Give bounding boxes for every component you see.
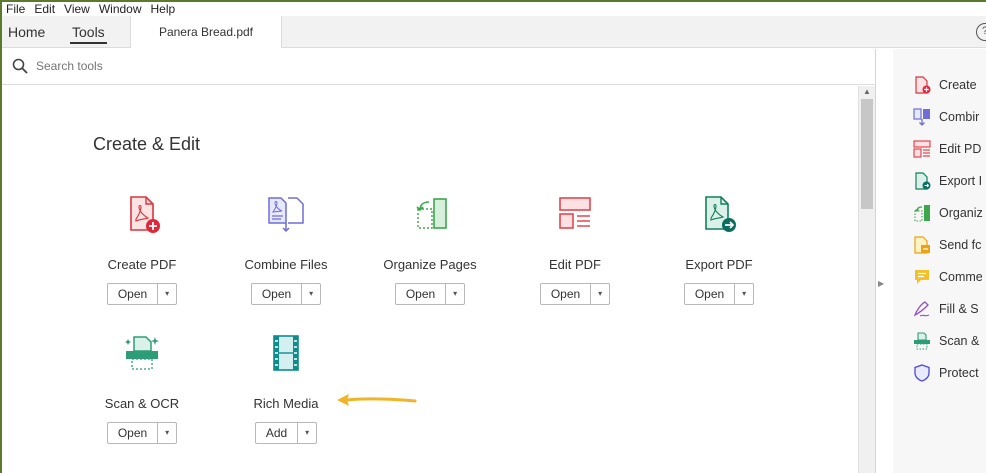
dropdown-arrow[interactable]: ▾ xyxy=(735,284,753,304)
scrollbar[interactable]: ▲ xyxy=(858,86,875,473)
rp-item-protect[interactable]: Protect xyxy=(913,362,979,384)
tool-organize-pages: Organize Pages Open ▾ xyxy=(375,194,485,305)
rp-item-combine[interactable]: Combir xyxy=(913,106,979,128)
expand-panel-arrow-icon[interactable]: ▶ xyxy=(878,279,884,288)
tool-rich-media: Rich Media Add ▾ xyxy=(231,333,341,444)
rp-item-send[interactable]: Send fc xyxy=(913,234,981,256)
edit-pdf-icon[interactable] xyxy=(555,194,595,234)
tool-label: Export PDF xyxy=(685,257,753,272)
tool-label: Create PDF xyxy=(107,257,177,272)
open-button: Open ▾ xyxy=(539,283,611,305)
right-tools-pane: Create Combir Edit PD Export I Organiz S… xyxy=(893,49,986,473)
rp-item-label: Fill & S xyxy=(939,302,979,316)
panel-divider xyxy=(875,49,876,473)
tool-label: Organize Pages xyxy=(383,257,477,272)
menu-help[interactable]: Help xyxy=(147,2,181,16)
rp-item-label: Comme xyxy=(939,270,983,284)
tools-panel: Create & Edit Create PDF Open ▾ Combine … xyxy=(2,86,859,473)
send-for-review-icon xyxy=(914,236,930,254)
combine-files-icon[interactable] xyxy=(266,194,306,234)
tool-combine-files: Combine Files Open ▾ xyxy=(231,194,341,305)
open-button: Open ▾ xyxy=(250,283,322,305)
dropdown-arrow[interactable]: ▾ xyxy=(298,423,316,443)
open-button: Open ▾ xyxy=(683,283,755,305)
rp-item-organize[interactable]: Organiz xyxy=(913,202,983,224)
menu-edit[interactable]: Edit xyxy=(30,2,60,16)
rp-item-fill-sign[interactable]: Fill & S xyxy=(913,298,979,320)
open-button-main[interactable]: Open xyxy=(108,423,159,443)
scan-ocr-icon[interactable] xyxy=(122,333,162,373)
tab-home[interactable]: Home xyxy=(8,16,45,48)
open-button: Open ▾ xyxy=(106,283,178,305)
rp-item-label: Edit PD xyxy=(939,142,982,156)
rp-item-edit[interactable]: Edit PD xyxy=(913,138,981,160)
rp-item-label: Send fc xyxy=(939,238,982,252)
dropdown-arrow[interactable]: ▾ xyxy=(158,423,176,443)
tool-create-pdf: Create PDF Open ▾ xyxy=(87,194,197,305)
rp-item-label: Organiz xyxy=(939,206,983,220)
scan-ocr-icon xyxy=(914,332,930,350)
open-button-main[interactable]: Open xyxy=(396,284,447,304)
organize-pages-icon xyxy=(914,205,930,222)
open-button: Open ▾ xyxy=(394,283,466,305)
tool-label: Edit PDF xyxy=(548,257,601,272)
add-button: Add ▾ xyxy=(254,422,318,444)
rich-media-icon[interactable] xyxy=(266,333,306,373)
tool-scan-ocr: Scan & OCR Open ▾ xyxy=(87,333,197,444)
section-title: Create & Edit xyxy=(93,134,201,154)
create-pdf-icon xyxy=(915,76,931,94)
comment-icon xyxy=(915,270,929,284)
dropdown-arrow[interactable]: ▾ xyxy=(446,284,464,304)
menu-bar: File Edit View Window Help xyxy=(2,2,986,16)
open-button-main[interactable]: Open xyxy=(252,284,303,304)
tool-edit-pdf: Edit PDF Open ▾ xyxy=(520,194,630,305)
rp-item-label: Create xyxy=(939,78,977,92)
rp-item-comment[interactable]: Comme xyxy=(913,266,983,288)
tab-bar: Home Tools Panera Bread.pdf ? xyxy=(2,16,986,48)
rp-item-create[interactable]: Create xyxy=(913,74,977,96)
export-pdf-icon xyxy=(915,172,931,190)
rp-item-label: Protect xyxy=(939,366,979,380)
dropdown-arrow[interactable]: ▾ xyxy=(158,284,176,304)
dropdown-arrow[interactable]: ▾ xyxy=(591,284,609,304)
add-button-main[interactable]: Add xyxy=(256,423,299,443)
search-icon xyxy=(12,58,28,74)
open-button-main[interactable]: Open xyxy=(541,284,592,304)
tab-document[interactable]: Panera Bread.pdf xyxy=(130,16,282,48)
rp-item-label: Scan & xyxy=(939,334,980,348)
tool-label: Rich Media xyxy=(253,396,319,411)
fill-sign-icon xyxy=(913,301,930,317)
open-button: Open ▾ xyxy=(106,422,178,444)
create-pdf-icon[interactable] xyxy=(122,194,162,234)
help-icon[interactable]: ? xyxy=(976,23,986,41)
rp-item-export[interactable]: Export I xyxy=(913,170,982,192)
search-input[interactable] xyxy=(36,59,336,73)
organize-pages-icon[interactable] xyxy=(410,194,450,234)
scroll-up-arrow-icon[interactable]: ▲ xyxy=(863,87,871,96)
combine-files-icon xyxy=(913,108,930,126)
search-bar xyxy=(2,49,875,85)
tool-label: Combine Files xyxy=(244,257,328,272)
rp-item-scan[interactable]: Scan & xyxy=(913,330,979,352)
rp-item-label: Combir xyxy=(939,110,980,124)
rp-item-label: Export I xyxy=(939,174,983,188)
tool-label: Scan & OCR xyxy=(104,396,180,411)
open-button-main[interactable]: Open xyxy=(685,284,736,304)
annotation-arrow-icon xyxy=(337,394,417,406)
menu-file[interactable]: File xyxy=(2,2,30,16)
export-pdf-icon[interactable] xyxy=(699,194,739,234)
open-button-main[interactable]: Open xyxy=(108,284,159,304)
dropdown-arrow[interactable]: ▾ xyxy=(302,284,320,304)
menu-window[interactable]: Window xyxy=(95,2,147,16)
menu-view[interactable]: View xyxy=(60,2,95,16)
edit-pdf-icon xyxy=(913,140,931,158)
protect-icon xyxy=(914,364,930,382)
tool-export-pdf: Export PDF Open ▾ xyxy=(664,194,774,305)
tab-tools[interactable]: Tools xyxy=(70,16,107,48)
scroll-thumb[interactable] xyxy=(861,99,873,209)
